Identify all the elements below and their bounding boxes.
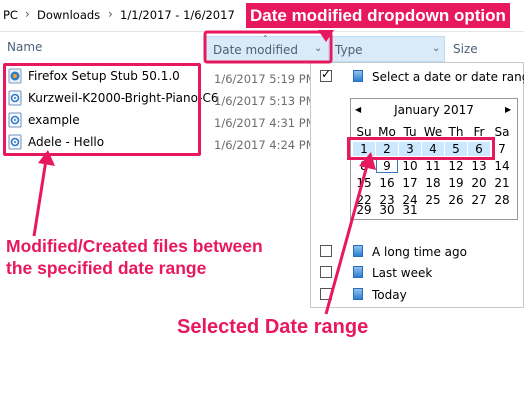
breadcrumb-search-range[interactable]: 1/1/2017 - 1/6/2017 (120, 8, 235, 22)
column-header-date-modified-label: Date modified (213, 43, 299, 57)
calendar-day[interactable]: 26 (445, 193, 467, 207)
breadcrumb-separator-icon[interactable]: › (25, 7, 30, 21)
calendar-day[interactable]: 28 (491, 193, 513, 207)
calendar-month-title[interactable]: January 2017 (351, 103, 517, 117)
chevron-down-icon[interactable]: ⌄ (432, 43, 440, 54)
calendar-icon (353, 70, 363, 82)
column-header-type[interactable]: Type ⌄ (330, 36, 445, 62)
calendar-icon (353, 266, 363, 278)
breadcrumb-downloads[interactable]: Downloads (37, 8, 100, 22)
file-date: 1/6/2017 4:31 PM (214, 116, 316, 130)
calendar-day[interactable]: 29 (353, 203, 375, 217)
calendar-day[interactable]: 8 (353, 159, 375, 173)
calendar-day[interactable]: 20 (468, 176, 490, 190)
annotation-files-line2: the specified date range (6, 258, 207, 278)
option-checkbox[interactable] (320, 245, 332, 257)
option-today[interactable]: Today (372, 288, 407, 302)
calendar-icon (353, 288, 363, 300)
annotation-date-modified-dropdown: Date modified dropdown option (244, 1, 512, 30)
annotation-files: Modified/Created files between the speci… (6, 235, 263, 279)
file-date: 1/6/2017 5:13 PM (214, 94, 316, 108)
calendar-day[interactable]: 12 (445, 159, 467, 173)
annotation-selected-range: Selected Date range (177, 316, 369, 338)
calendar-day[interactable]: 13 (468, 159, 490, 173)
calendar-day[interactable]: 30 (376, 203, 398, 217)
calendar-day[interactable]: 17 (399, 176, 421, 190)
column-header-type-label: Type (335, 43, 363, 57)
calendar-day[interactable]: 14 (491, 159, 513, 173)
annotation-arrow (32, 159, 48, 237)
option-checkbox[interactable] (320, 266, 332, 278)
file-date: 1/6/2017 4:24 PM (214, 138, 316, 152)
calendar-day[interactable]: 10 (399, 159, 421, 173)
calendar-day[interactable]: 21 (491, 176, 513, 190)
annotation-files-line1: Modified/Created files between (6, 236, 263, 256)
column-header-date-modified[interactable]: ⌃ Date modified ⌄ (205, 34, 329, 62)
select-range-label: Select a date or date range: (372, 70, 524, 84)
calendar-day[interactable]: 25 (422, 193, 444, 207)
column-header-name[interactable]: Name (7, 40, 42, 64)
option-last-week[interactable]: Last week (372, 266, 432, 280)
calendar-day[interactable]: 16 (376, 176, 398, 190)
files-highlight-box (3, 63, 201, 156)
calendar-icon (353, 245, 363, 257)
calendar-day[interactable]: 19 (445, 176, 467, 190)
breadcrumb-pc[interactable]: PC (3, 8, 18, 22)
calendar-day[interactable]: 31 (399, 203, 421, 217)
file-date: 1/6/2017 5:19 PM (214, 72, 316, 86)
sort-up-icon: ⌃ (262, 34, 269, 43)
option-a-long-time-ago[interactable]: A long time ago (372, 245, 467, 259)
chevron-down-icon[interactable]: ⌄ (314, 43, 322, 54)
breadcrumb-separator-icon[interactable]: › (108, 7, 113, 21)
next-month-icon[interactable]: ▶ (505, 105, 511, 114)
calendar-day[interactable]: 27 (468, 193, 490, 207)
option-checkbox[interactable] (320, 288, 332, 300)
selected-range-highlight-box (347, 137, 495, 160)
calendar-day[interactable]: 15 (353, 176, 375, 190)
calendar-day[interactable]: 18 (422, 176, 444, 190)
select-range-checkbox[interactable] (320, 67, 332, 82)
calendar-day[interactable]: 11 (422, 159, 444, 173)
